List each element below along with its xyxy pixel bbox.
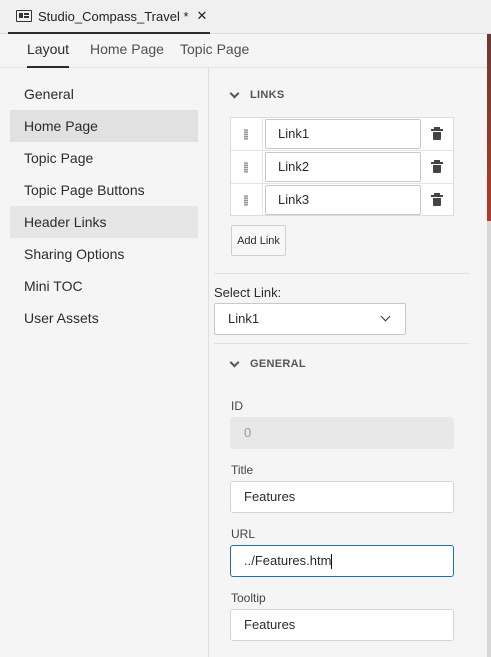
- link-name-field[interactable]: Link1: [265, 119, 421, 149]
- id-label: ID: [231, 399, 243, 413]
- id-field: 0: [230, 417, 454, 449]
- grip-icon: [244, 162, 248, 173]
- link-name-field[interactable]: Link2: [265, 152, 421, 182]
- close-icon[interactable]: ✕: [197, 8, 208, 24]
- divider: [214, 343, 469, 344]
- sidebar-item-mini-toc[interactable]: Mini TOC: [10, 270, 198, 302]
- tab-topic-page[interactable]: Topic Page: [180, 34, 249, 68]
- chevron-down-icon: [229, 357, 240, 368]
- trash-icon[interactable]: [431, 127, 443, 140]
- document-title: Studio_Compass_Travel *: [38, 8, 189, 24]
- sidebar-item-header-links[interactable]: Header Links: [10, 206, 198, 238]
- sidebar-item-topic-page[interactable]: Topic Page: [10, 142, 198, 174]
- url-label: URL: [231, 527, 256, 541]
- document-tab[interactable]: Studio_Compass_Travel * ✕: [8, 0, 210, 34]
- text-cursor: [331, 554, 333, 570]
- tooltip-label: Tooltip: [231, 591, 266, 605]
- links-section-header[interactable]: LINKS: [229, 88, 285, 101]
- links-section-title: LINKS: [250, 89, 285, 101]
- grip-icon: [244, 195, 248, 206]
- select-link-dropdown[interactable]: Link1: [214, 303, 406, 335]
- drag-handle[interactable]: [231, 118, 263, 150]
- sidebar-divider: [208, 68, 209, 657]
- tab-layout[interactable]: Layout: [27, 34, 70, 68]
- title-field[interactable]: Features: [230, 481, 454, 513]
- title-label: Title: [231, 463, 254, 477]
- properties-panel: LINKS Link1 Link2 Link3 Add Link Select …: [214, 68, 482, 657]
- sidebar-item-user-assets[interactable]: User Assets: [10, 302, 198, 334]
- document-icon: [16, 10, 32, 22]
- sidebar-item-home-page[interactable]: Home Page: [10, 110, 198, 142]
- document-tab-bar: Studio_Compass_Travel * ✕: [0, 0, 491, 34]
- drag-handle[interactable]: [231, 151, 263, 183]
- sidebar-nav: General Home Page Topic Page Topic Page …: [10, 78, 198, 657]
- chevron-down-icon: [380, 311, 391, 322]
- link-row: Link1: [231, 118, 453, 151]
- divider: [214, 273, 469, 274]
- sidebar-item-general[interactable]: General: [10, 78, 198, 110]
- link-name-field[interactable]: Link3: [265, 185, 421, 215]
- sidebar-item-topic-page-buttons[interactable]: Topic Page Buttons: [10, 174, 198, 206]
- chevron-down-icon: [229, 88, 240, 99]
- url-field[interactable]: ../Features.htm: [230, 545, 454, 577]
- url-field-value: ../Features.htm: [244, 553, 332, 568]
- general-section-title: GENERAL: [250, 358, 306, 370]
- select-link-label: Select Link:: [214, 285, 282, 300]
- select-link-value: Link1: [228, 311, 260, 326]
- tooltip-field[interactable]: Features: [230, 609, 454, 641]
- links-list: Link1 Link2 Link3: [230, 117, 454, 216]
- grip-icon: [244, 129, 248, 140]
- tab-home-page[interactable]: Home Page: [90, 34, 164, 68]
- trash-icon[interactable]: [431, 160, 443, 173]
- sidebar-item-sharing-options[interactable]: Sharing Options: [10, 238, 198, 270]
- link-row: Link3: [231, 184, 453, 217]
- settings-tabs: Layout Home Page Topic Page: [0, 34, 488, 68]
- general-section-header[interactable]: GENERAL: [229, 357, 306, 370]
- preview-edge: [487, 34, 491, 657]
- add-link-button[interactable]: Add Link: [231, 225, 286, 256]
- link-row: Link2: [231, 151, 453, 184]
- drag-handle[interactable]: [231, 184, 263, 216]
- trash-icon[interactable]: [431, 193, 443, 206]
